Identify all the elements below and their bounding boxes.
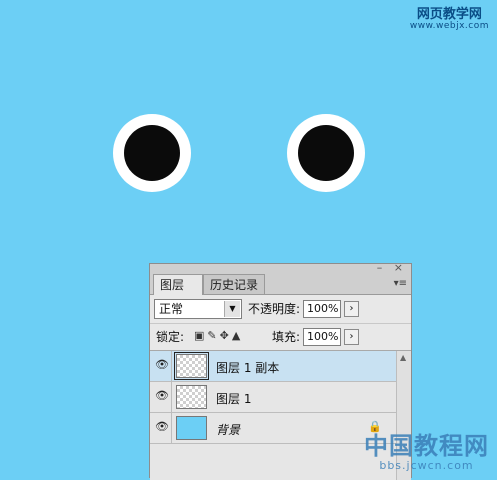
layer-thumbnail xyxy=(176,416,207,440)
panel-menu-icon[interactable]: ▾≡ xyxy=(394,278,407,289)
opacity-slider-button[interactable]: › xyxy=(344,301,359,317)
layer-row[interactable]: 👁 背景 🔒 xyxy=(150,413,396,444)
layer-thumbnail xyxy=(174,352,209,380)
blend-mode-select[interactable]: 正常 ▼ xyxy=(154,299,242,319)
lock-all-icon[interactable]: ▲ xyxy=(232,329,243,342)
watermark-bottom: 中国教程网 bbs.jcwcn.com xyxy=(364,433,489,472)
left-eye xyxy=(113,114,191,192)
lock-icons: ▣✎✥▲ xyxy=(194,329,243,342)
lock-transparent-icon[interactable]: ▣ xyxy=(194,329,207,342)
right-pupil xyxy=(298,125,354,181)
layer-thumbnail xyxy=(176,385,207,409)
fill-label: 填充: xyxy=(272,330,301,344)
fill-input[interactable]: 100% xyxy=(303,328,341,346)
layer-name: 图层 1 副本 xyxy=(216,361,280,375)
tab-layers-label: 图层 xyxy=(160,278,185,292)
watermark-top-url: www.webjx.com xyxy=(409,20,489,31)
watermark-top-text: 网页教学网 xyxy=(416,7,482,22)
scroll-up-icon[interactable]: ▲ xyxy=(400,353,406,362)
layer-name: 图层 1 xyxy=(216,392,252,406)
visibility-toggle[interactable]: 👁 xyxy=(150,382,172,413)
visibility-toggle[interactable]: 👁 xyxy=(150,413,172,444)
opacity-input[interactable]: 100% xyxy=(303,300,341,318)
eye-icon[interactable]: 👁 xyxy=(155,358,169,371)
tab-history-label: 历史记录 xyxy=(210,278,259,292)
visibility-toggle[interactable]: 👁 xyxy=(150,351,172,382)
fill-slider-button[interactable]: › xyxy=(344,329,359,345)
watermark-bottom-url: bbs.jcwcn.com xyxy=(379,459,474,472)
blend-mode-value: 正常 xyxy=(159,302,184,316)
layer-name: 背景 xyxy=(216,423,241,437)
tab-layers[interactable]: 图层× xyxy=(153,274,203,312)
right-eye xyxy=(287,114,365,192)
left-pupil xyxy=(124,125,180,181)
panel-tabs: 图层× 历史记录 ▾≡ xyxy=(150,272,411,312)
tab-history[interactable]: 历史记录 xyxy=(203,274,265,294)
eye-icon[interactable]: 👁 xyxy=(155,389,169,402)
lock-fill-row: 锁定: ▣✎✥▲ 填充: 100% › xyxy=(150,323,411,350)
layer-row[interactable]: 👁 图层 1 副本 xyxy=(150,351,396,382)
panel-titlebar[interactable]: – × xyxy=(150,261,411,274)
watermark-bottom-text: 中国教程网 xyxy=(364,432,489,460)
lock-image-icon[interactable]: ✎ xyxy=(207,329,219,342)
layer-row[interactable]: 👁 图层 1 xyxy=(150,382,396,413)
blend-opacity-row: 正常 ▼ 不透明度: 100% › xyxy=(150,295,411,323)
chevron-down-icon[interactable]: ▼ xyxy=(224,301,240,317)
lock-label: 锁定: xyxy=(156,330,185,344)
eye-icon[interactable]: 👁 xyxy=(155,420,169,433)
watermark-top: 网页教学网 www.webjx.com xyxy=(410,8,489,31)
lock-position-icon[interactable]: ✥ xyxy=(220,329,232,342)
opacity-label: 不透明度: xyxy=(248,302,301,316)
